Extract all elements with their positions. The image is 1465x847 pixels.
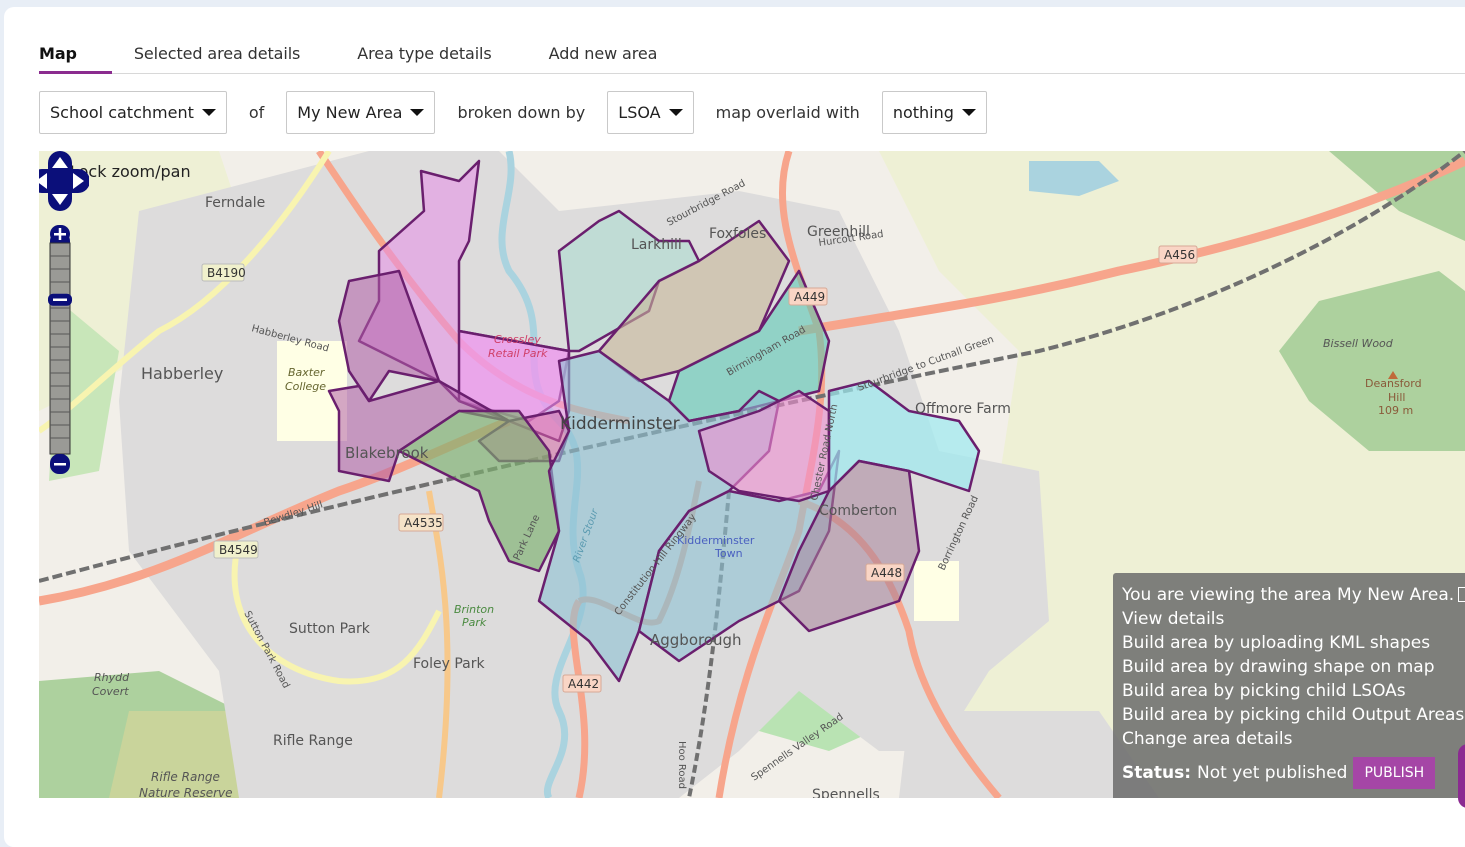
- road-label-b4190: B4190: [207, 266, 246, 280]
- place-label: Rifle Range: [273, 733, 353, 749]
- status-row: Status: Not yet published Publish: [1122, 757, 1464, 789]
- place-label: Sutton Park: [289, 621, 371, 637]
- place-label: Hill: [1388, 391, 1405, 404]
- tab-map[interactable]: Map: [39, 40, 112, 74]
- breakdown-select[interactable]: LSOA: [607, 91, 694, 134]
- pan-zoom-control: [39, 151, 89, 474]
- tab-add-new-area[interactable]: Add new area: [549, 40, 658, 73]
- zoom-slider-track[interactable]: [49, 242, 71, 455]
- place-label: 109 m: [1378, 404, 1413, 417]
- area-select[interactable]: My New Area: [286, 91, 436, 134]
- link-pick-lsoas[interactable]: Build area by picking child LSOAs: [1122, 679, 1464, 703]
- place-label: Aggborough: [650, 631, 742, 649]
- link-view-details[interactable]: View details: [1122, 607, 1464, 631]
- school-grounds: [914, 561, 959, 621]
- place-label: Covert: [92, 685, 129, 698]
- zoom-handle-icon: [53, 298, 67, 301]
- caret-down-icon: [961, 109, 976, 116]
- place-label: Offmore Farm: [915, 401, 1011, 417]
- place-label: Rhydd: [94, 671, 130, 684]
- place-label: Larkhill: [631, 237, 682, 253]
- place-label: Nature Reserve: [139, 786, 233, 798]
- place-label: Habberley: [141, 364, 223, 383]
- close-icon[interactable]: [1458, 587, 1465, 602]
- place-label: Foley Park: [413, 656, 486, 672]
- place-label: Baxter: [288, 366, 326, 379]
- area-info-panel: You are viewing the area My New Area. Vi…: [1113, 573, 1465, 798]
- caret-down-icon: [410, 109, 425, 116]
- minus-icon: [54, 463, 66, 466]
- breakdown-value: LSOA: [618, 103, 661, 122]
- place-label: Bissell Wood: [1323, 337, 1394, 350]
- link-pick-output-areas[interactable]: Build area by picking child Output Areas: [1122, 703, 1464, 727]
- overlay-label: map overlaid with: [715, 103, 860, 122]
- road-label-b4549: B4549: [219, 543, 258, 557]
- place-label: Rifle Range: [151, 770, 220, 784]
- publish-button[interactable]: Publish: [1353, 757, 1436, 789]
- place-label: Comberton: [819, 503, 897, 519]
- road-label-a4535: A4535: [404, 516, 443, 530]
- tab-area-type-details[interactable]: Area type details: [357, 40, 491, 73]
- of-label: of: [248, 103, 265, 122]
- place-label: Foxfoles: [709, 226, 766, 242]
- map-controls: School catchment of My New Area broken d…: [39, 91, 987, 134]
- link-draw-shape[interactable]: Build area by drawing shape on map: [1122, 655, 1464, 679]
- map-canvas[interactable]: B4190 A456 A449 A4535 B4549 A448 A442 Fe…: [39, 151, 1465, 798]
- place-label: Blakebrook: [345, 444, 429, 462]
- place-label: College: [285, 380, 326, 393]
- road-label-a442: A442: [568, 677, 599, 691]
- road-label-a456: A456: [1164, 248, 1195, 262]
- tab-bar: Map Selected area details Area type deta…: [39, 40, 1465, 74]
- caret-down-icon: [201, 109, 216, 116]
- overlay-value: nothing: [892, 103, 954, 122]
- place-label: Kidderminster: [677, 534, 755, 547]
- info-title: You are viewing the area My New Area.: [1122, 583, 1465, 607]
- road-label-a449: A449: [794, 290, 825, 304]
- place-label: Kidderminster: [560, 414, 680, 434]
- status-value: Not yet published: [1197, 763, 1348, 783]
- tab-selected-area-details[interactable]: Selected area details: [134, 40, 301, 73]
- road-name-label: Hoo Road: [676, 741, 687, 789]
- place-label: Brinton: [454, 603, 494, 616]
- road-label-a448: A448: [871, 566, 902, 580]
- place-label: Park: [462, 616, 487, 629]
- area-value: My New Area: [297, 103, 403, 122]
- status-label: Status:: [1122, 763, 1191, 783]
- side-panel-toggle[interactable]: [1458, 744, 1465, 808]
- plus-icon: [58, 228, 62, 240]
- broken-down-by-label: broken down by: [457, 103, 586, 122]
- place-label: Town: [714, 547, 743, 560]
- link-upload-kml[interactable]: Build area by uploading KML shapes: [1122, 631, 1464, 655]
- place-label: Ferndale: [205, 195, 265, 211]
- place-label: Retail Park: [488, 347, 548, 360]
- info-title-text: You are viewing the area My New Area.: [1122, 585, 1455, 605]
- area-type-select[interactable]: School catchment: [39, 91, 227, 134]
- overlay-select[interactable]: nothing: [881, 91, 987, 134]
- place-label: Crossley: [494, 333, 541, 346]
- link-change-area-details[interactable]: Change area details: [1122, 727, 1464, 751]
- place-label: Spennells: [812, 787, 880, 798]
- area-type-value: School catchment: [50, 103, 194, 122]
- caret-down-icon: [668, 109, 683, 116]
